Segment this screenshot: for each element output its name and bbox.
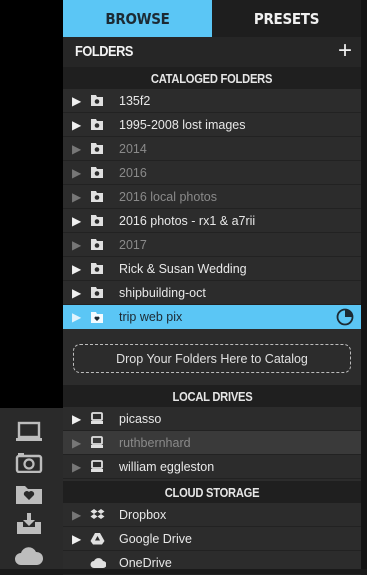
cataloged-folder-label: trip web pix (119, 310, 183, 324)
cataloged-folder-row[interactable]: ▶ 135f2 (63, 89, 361, 113)
cataloged-folder-label: 1995-2008 lost images (119, 117, 246, 132)
sync-progress-icon (336, 308, 354, 329)
expand-arrow-icon[interactable]: ▶ (72, 94, 86, 108)
cataloged-folder-row[interactable]: ▶ 2016 local photos (63, 185, 361, 209)
local-drive-row[interactable]: ▶ picasso (63, 407, 361, 431)
onedrive-icon (90, 557, 112, 569)
cataloged-folder-row[interactable]: ▶ trip web pix (63, 305, 361, 329)
expand-arrow-icon[interactable]: ▶ (72, 238, 86, 252)
cloud-storage-row[interactable]: ▶ Google Drive (63, 527, 361, 551)
local-drive-label: picasso (119, 411, 162, 426)
expand-arrow-icon[interactable]: ▶ (72, 166, 86, 180)
folder-icon (90, 118, 112, 131)
folder-icon (90, 238, 112, 251)
expand-arrow-icon[interactable]: ▶ (72, 412, 86, 426)
expand-arrow-icon[interactable]: ▶ (72, 214, 86, 228)
add-folder-button[interactable]: + (338, 38, 352, 64)
local-drive-label: william eggleston (119, 459, 215, 474)
local-drive-row[interactable]: ▶ william eggleston (63, 455, 361, 479)
source-icon-bar (0, 408, 63, 569)
favorite-folder-icon (90, 311, 112, 324)
cloud-storage-row[interactable]: ▶ Dropbox (63, 503, 361, 527)
dropbox-icon (90, 508, 112, 521)
expand-arrow-icon[interactable]: ▶ (72, 436, 86, 450)
tab-bar: BROWSE PRESETS (63, 0, 361, 37)
cataloged-folder-label: 2014 (119, 141, 147, 156)
cataloged-folder-label: 135f2 (119, 93, 151, 108)
google-drive-icon (90, 532, 112, 545)
drive-icon (90, 412, 112, 425)
cataloged-folder-row[interactable]: ▶ 2017 (63, 233, 361, 257)
scrollbar[interactable] (361, 0, 367, 569)
cataloged-folders-heading: CATALOGED FOLDERS (63, 67, 361, 89)
cataloged-folder-row[interactable]: ▶ 2016 photos - rx1 & a7rii (63, 209, 361, 233)
folder-icon (90, 214, 112, 227)
browse-panel: BROWSE PRESETS FOLDERS + CATALOGED FOLDE… (63, 0, 361, 575)
tab-presets[interactable]: PRESETS (212, 0, 361, 37)
cataloged-folder-row[interactable]: ▶ 2014 (63, 137, 361, 161)
folders-header: FOLDERS + (63, 37, 361, 67)
folder-icon (90, 190, 112, 203)
expand-arrow-icon[interactable]: ▶ (72, 286, 86, 300)
camera-icon[interactable] (10, 446, 48, 478)
expand-arrow-icon[interactable]: ▶ (72, 190, 86, 204)
expand-arrow-icon[interactable]: ▶ (72, 262, 86, 276)
cataloged-folder-row[interactable]: ▶ shipbuilding-oct (63, 281, 361, 305)
cataloged-folder-row[interactable]: ▶ Rick & Susan Wedding (63, 257, 361, 281)
local-drive-row[interactable]: ▶ ruthbernhard (63, 431, 361, 455)
cataloged-folder-label: 2017 (119, 237, 147, 252)
favorite-folder-icon[interactable] (10, 478, 48, 510)
local-drive-label: ruthbernhard (119, 435, 191, 450)
cloud-storage-row[interactable]: ▶OneDrive (63, 551, 361, 575)
cloud-storage-label: OneDrive (119, 555, 172, 570)
cloud-storage-label: Dropbox (119, 507, 167, 522)
cataloged-folder-label: shipbuilding-oct (119, 285, 206, 300)
cataloged-folder-label: 2016 photos - rx1 & a7rii (119, 213, 256, 228)
folders-title: FOLDERS (75, 43, 133, 60)
local-drives-heading: LOCAL DRIVES (63, 385, 361, 407)
cloud-storage-label: Google Drive (119, 531, 192, 546)
cataloged-folder-label: 2016 local photos (119, 189, 217, 204)
cloud-icon[interactable] (10, 540, 48, 572)
laptop-icon[interactable] (10, 416, 48, 448)
catalog-drop-zone[interactable]: Drop Your Folders Here to Catalog (73, 344, 351, 373)
expand-arrow-icon[interactable]: ▶ (72, 508, 86, 522)
expand-arrow-icon[interactable]: ▶ (72, 532, 86, 546)
expand-arrow-icon[interactable]: ▶ (72, 460, 86, 474)
cataloged-folder-row[interactable]: ▶ 1995-2008 lost images (63, 113, 361, 137)
cataloged-folder-row[interactable]: ▶ 2016 (63, 161, 361, 185)
tab-browse[interactable]: BROWSE (63, 0, 212, 37)
cataloged-folder-label: 2016 (119, 165, 147, 180)
cloud-storage-heading: CLOUD STORAGE (63, 481, 361, 503)
expand-arrow-icon[interactable]: ▶ (72, 118, 86, 132)
drive-icon (90, 460, 112, 473)
folder-icon (90, 166, 112, 179)
expand-arrow-icon[interactable]: ▶ (72, 310, 86, 324)
cataloged-folder-label: Rick & Susan Wedding (119, 261, 247, 276)
folder-icon (90, 262, 112, 275)
folder-icon (90, 286, 112, 299)
inbox-download-icon[interactable] (10, 508, 48, 540)
folder-icon (90, 142, 112, 155)
drive-icon (90, 436, 112, 449)
expand-arrow-icon[interactable]: ▶ (72, 142, 86, 156)
folder-icon (90, 94, 112, 107)
